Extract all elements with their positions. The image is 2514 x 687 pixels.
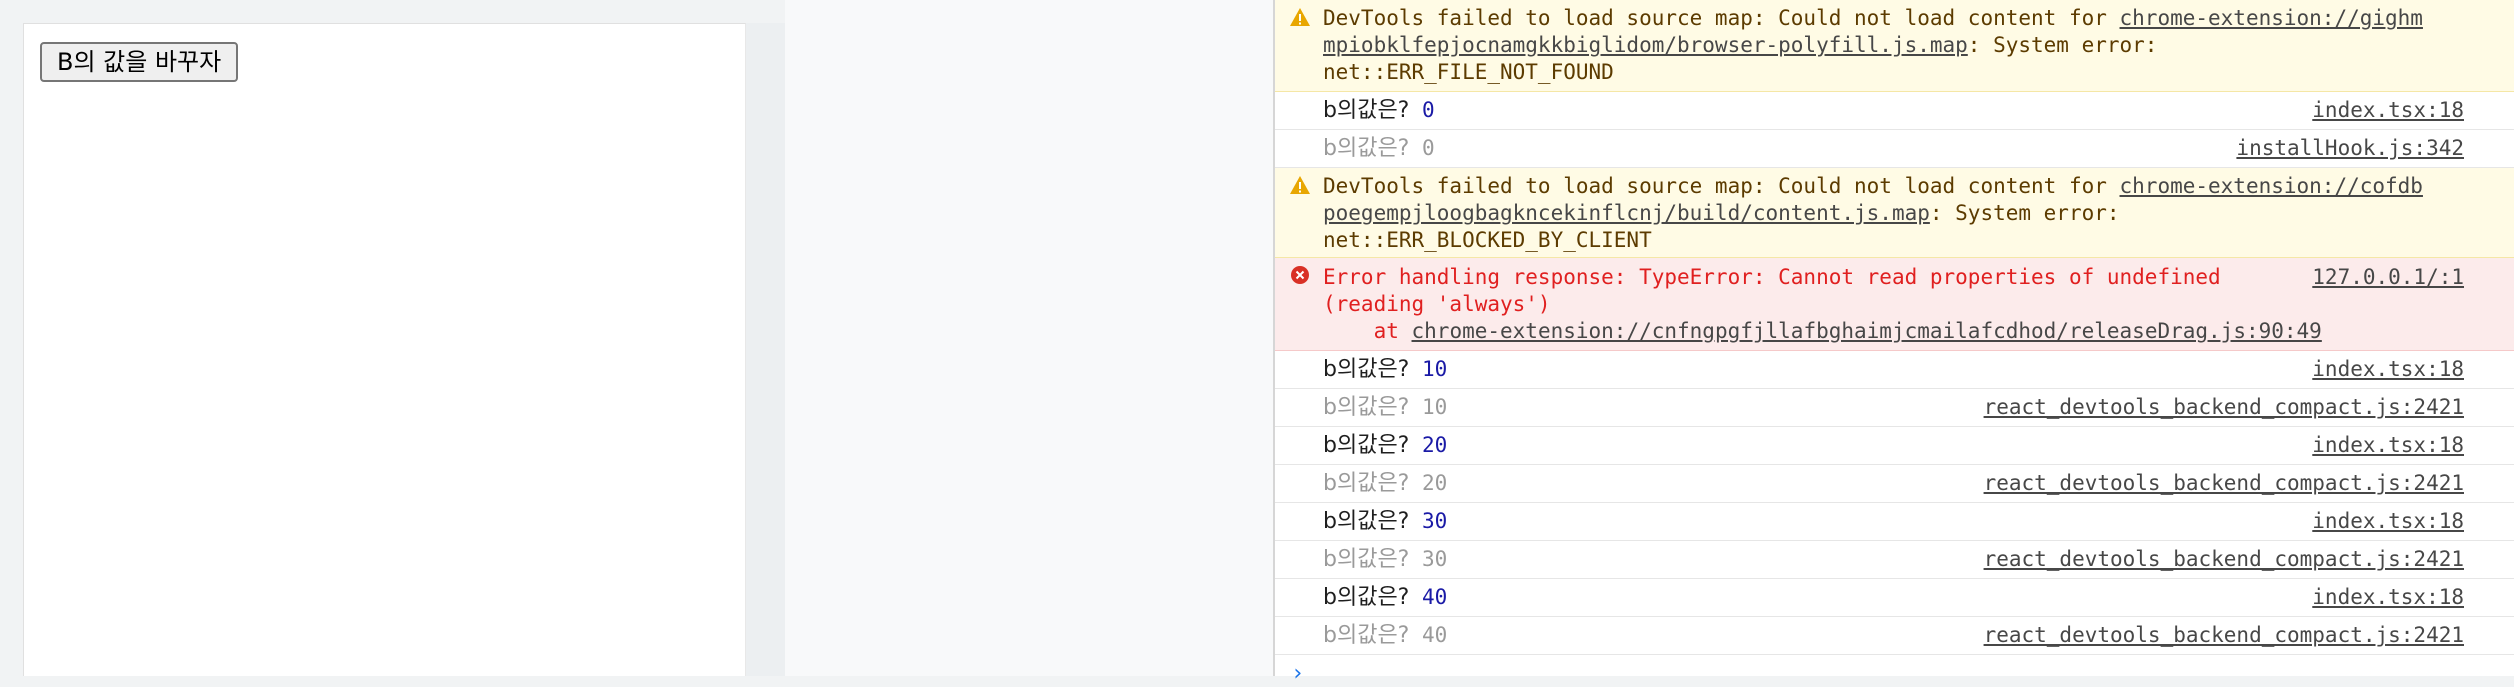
console-log-row: b의값은? 0 installHook.js:342	[1275, 130, 2514, 168]
source-link[interactable]: react_devtools_backend_compact.js:2421	[1984, 470, 2464, 497]
stack-trace-link[interactable]: chrome-extension://cnfngpgfjllafbghaimjc…	[1412, 319, 2322, 343]
log-value: 40	[1422, 623, 1448, 647]
console-warning: DevTools failed to load source map: Coul…	[1275, 0, 2514, 92]
log-label: b의값은?	[1323, 547, 1410, 572]
change-b-button[interactable]: B의 값을 바꾸자	[40, 42, 239, 82]
log-value: 10	[1422, 357, 1448, 381]
console-log-row: b의값은? 0 index.tsx:18	[1275, 92, 2514, 130]
error-circle-icon	[1291, 266, 1309, 284]
console-message: Error handling response: TypeError: Cann…	[1323, 265, 2322, 343]
devtools-console: DevTools failed to load source map: Coul…	[1273, 0, 2514, 686]
console-log-row: b의값은? 40 react_devtools_backend_compact.…	[1275, 617, 2514, 655]
source-link[interactable]: react_devtools_backend_compact.js:2421	[1984, 394, 2464, 421]
log-label: b의값은?	[1323, 98, 1410, 123]
source-map-link[interactable]: chrome-extension://cofdb	[2120, 174, 2423, 198]
source-link[interactable]: 127.0.0.1/:1	[2312, 264, 2464, 291]
log-value: 20	[1422, 471, 1448, 495]
console-log-row: b의값은? 30 index.tsx:18	[1275, 503, 2514, 541]
console-log-row: b의값은? 10 index.tsx:18	[1275, 351, 2514, 389]
console-log-row: b의값은? 40 index.tsx:18	[1275, 579, 2514, 617]
log-label: b의값은?	[1323, 509, 1410, 534]
source-link[interactable]: installHook.js:342	[2236, 135, 2464, 162]
source-link[interactable]: index.tsx:18	[2312, 97, 2464, 124]
source-map-link[interactable]: chrome-extension://gighm	[2120, 6, 2423, 30]
warning-triangle-icon	[1290, 8, 1310, 26]
source-link[interactable]: react_devtools_backend_compact.js:2421	[1984, 622, 2464, 649]
warning-triangle-icon	[1290, 176, 1310, 194]
app-viewport: B의 값을 바꾸자	[0, 0, 785, 676]
log-value: 30	[1422, 509, 1448, 533]
console-prompt[interactable]: ›	[1291, 660, 1304, 687]
console-message: DevTools failed to load source map: Coul…	[1323, 6, 2423, 84]
log-value: 0	[1422, 98, 1435, 122]
log-label: b의값은?	[1323, 585, 1410, 610]
console-error: Error handling response: TypeError: Cann…	[1275, 258, 2514, 351]
console-log-row: b의값은? 30 react_devtools_backend_compact.…	[1275, 541, 2514, 579]
empty-pane	[785, 0, 1273, 676]
source-link[interactable]: index.tsx:18	[2312, 432, 2464, 459]
log-label: b의값은?	[1323, 623, 1410, 648]
log-label: b의값은?	[1323, 395, 1410, 420]
log-label: b의값은?	[1323, 136, 1410, 161]
viewport-gutter	[746, 23, 785, 676]
source-map-link[interactable]: poegempjloogbagkncekinflcnj/build/conten…	[1323, 201, 1930, 225]
source-link[interactable]: react_devtools_backend_compact.js:2421	[1984, 546, 2464, 573]
source-link[interactable]: index.tsx:18	[2312, 356, 2464, 383]
log-value: 10	[1422, 395, 1448, 419]
log-label: b의값은?	[1323, 433, 1410, 458]
log-value: 40	[1422, 585, 1448, 609]
console-log-row: b의값은? 10 react_devtools_backend_compact.…	[1275, 389, 2514, 427]
app-page: B의 값을 바꾸자	[23, 23, 746, 676]
console-warning: DevTools failed to load source map: Coul…	[1275, 168, 2514, 258]
source-link[interactable]: index.tsx:18	[2312, 508, 2464, 535]
log-value: 30	[1422, 547, 1448, 571]
log-label: b의값은?	[1323, 471, 1410, 496]
log-label: b의값은?	[1323, 357, 1410, 382]
source-link[interactable]: index.tsx:18	[2312, 584, 2464, 611]
console-message: DevTools failed to load source map: Coul…	[1323, 174, 2423, 252]
log-value: 0	[1422, 136, 1435, 160]
source-map-link[interactable]: mpiobklfepjocnamgkkbiglidom/browser-poly…	[1323, 33, 1968, 57]
console-log-row: b의값은? 20 react_devtools_backend_compact.…	[1275, 465, 2514, 503]
console-log-row: b의값은? 20 index.tsx:18	[1275, 427, 2514, 465]
log-value: 20	[1422, 433, 1448, 457]
